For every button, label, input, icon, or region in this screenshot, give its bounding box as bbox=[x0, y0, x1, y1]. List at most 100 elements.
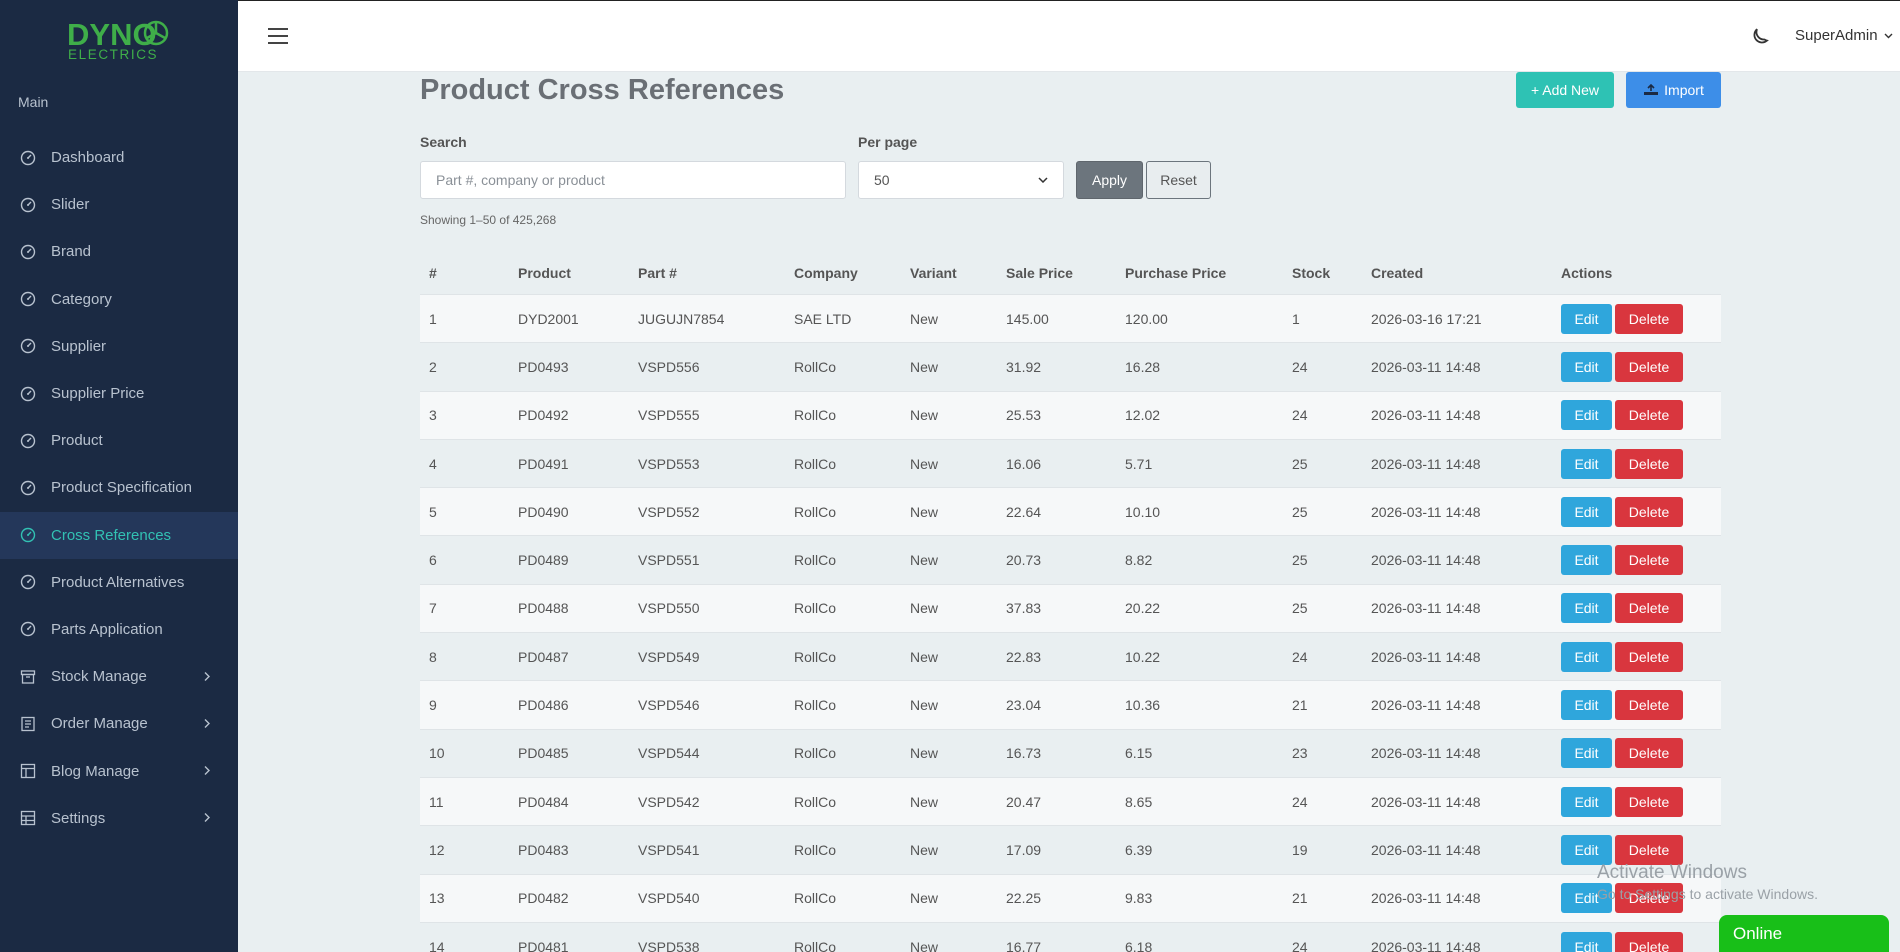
sidebar-item-order-manage[interactable]: Order Manage bbox=[0, 700, 238, 747]
table-cell: 24 bbox=[1292, 407, 1308, 424]
table-cell: 20.73 bbox=[1006, 552, 1042, 569]
gauge-icon bbox=[20, 244, 36, 260]
table-cell: VSPD544 bbox=[638, 745, 700, 762]
sidebar-item-parts-application[interactable]: Parts Application bbox=[0, 606, 238, 653]
sidebar-item-label: Supplier Price bbox=[51, 385, 145, 403]
delete-button[interactable]: Delete bbox=[1615, 593, 1683, 624]
sidebar-item-label: Dashboard bbox=[51, 149, 125, 167]
delete-button[interactable]: Delete bbox=[1615, 303, 1683, 334]
table-cell: New bbox=[910, 358, 939, 375]
sidebar-item-product-alternatives[interactable]: Product Alternatives bbox=[0, 559, 238, 606]
delete-button[interactable]: Delete bbox=[1615, 545, 1683, 576]
add-new-button[interactable]: + Add New bbox=[1516, 72, 1614, 108]
edit-button[interactable]: Edit bbox=[1561, 593, 1612, 624]
table-cell: PD0484 bbox=[518, 793, 569, 810]
table-cell: VSPD553 bbox=[638, 455, 700, 472]
edit-button[interactable]: Edit bbox=[1561, 641, 1612, 672]
chevron-down-icon bbox=[1038, 177, 1048, 183]
gauge-icon bbox=[20, 433, 36, 449]
delete-button[interactable]: Delete bbox=[1615, 400, 1683, 431]
sidebar-item-product-specification[interactable]: Product Specification bbox=[0, 464, 238, 511]
sidebar-item-settings[interactable]: Settings bbox=[0, 795, 238, 842]
table-row: 2 PD0493 VSPD556 RollCo New 31.92 16.28 24 2026-… bbox=[420, 342, 1721, 391]
table-cell: RollCo bbox=[794, 841, 837, 858]
row-actions: Edit Delete bbox=[1561, 351, 1721, 382]
edit-button[interactable]: Edit bbox=[1561, 400, 1612, 431]
receipt-icon bbox=[20, 716, 36, 732]
edit-button[interactable]: Edit bbox=[1561, 351, 1612, 382]
sidebar-item-product[interactable]: Product bbox=[0, 417, 238, 464]
delete-button[interactable]: Delete bbox=[1615, 834, 1683, 865]
table-cell: PD0486 bbox=[518, 697, 569, 714]
gauge-icon bbox=[20, 621, 36, 637]
edit-button[interactable]: Edit bbox=[1561, 834, 1612, 865]
edit-button[interactable]: Edit bbox=[1561, 448, 1612, 479]
chat-online-widget[interactable]: Online bbox=[1719, 915, 1889, 952]
delete-button[interactable]: Delete bbox=[1615, 690, 1683, 721]
gauge-icon bbox=[20, 386, 36, 402]
edit-button[interactable]: Edit bbox=[1561, 303, 1612, 334]
delete-button[interactable]: Delete bbox=[1615, 448, 1683, 479]
delete-button[interactable]: Delete bbox=[1615, 931, 1683, 952]
user-menu[interactable]: SuperAdmin bbox=[1795, 27, 1893, 44]
sidebar-item-slider[interactable]: Slider bbox=[0, 181, 238, 228]
table-cell: 31.92 bbox=[1006, 358, 1042, 375]
search-input[interactable] bbox=[420, 161, 846, 199]
brand-logo[interactable]: DYNO ELECTRICS bbox=[0, 0, 238, 76]
delete-button[interactable]: Delete bbox=[1615, 786, 1683, 817]
menu-toggle-icon[interactable] bbox=[268, 27, 288, 48]
table-cell: 1 bbox=[429, 310, 437, 327]
per-page-select[interactable]: 50 bbox=[858, 161, 1064, 199]
table-cell: 2026-03-11 14:48 bbox=[1371, 793, 1481, 810]
table-cell: 16.06 bbox=[1006, 455, 1042, 472]
table-cell: PD0490 bbox=[518, 503, 569, 520]
sidebar-item-cross-references[interactable]: Cross References bbox=[0, 511, 238, 559]
edit-button[interactable]: Edit bbox=[1561, 931, 1612, 952]
table-cell: RollCo bbox=[794, 358, 837, 375]
edit-button[interactable]: Edit bbox=[1561, 883, 1612, 914]
edit-button[interactable]: Edit bbox=[1561, 786, 1612, 817]
delete-button[interactable]: Delete bbox=[1615, 496, 1683, 527]
table-cell: RollCo bbox=[794, 648, 837, 665]
table-cell: 2 bbox=[429, 358, 437, 375]
sidebar-item-blog-manage[interactable]: Blog Manage bbox=[0, 747, 238, 794]
table-cell: 2026-03-11 14:48 bbox=[1371, 455, 1481, 472]
edit-button[interactable]: Edit bbox=[1561, 496, 1612, 527]
sidebar-item-label: Product Specification bbox=[51, 479, 192, 497]
delete-button[interactable]: Delete bbox=[1615, 351, 1683, 382]
table-cell: PD0487 bbox=[518, 648, 569, 665]
table-cell: RollCo bbox=[794, 407, 837, 424]
table-row: 12 PD0483 VSPD541 RollCo New 17.09 6.39 19 2026-… bbox=[420, 825, 1721, 874]
import-button[interactable]: Import bbox=[1626, 72, 1721, 108]
apply-button[interactable]: Apply bbox=[1076, 161, 1143, 199]
table-row: 7 PD0488 VSPD550 RollCo New 37.83 20.22 25 2026-… bbox=[420, 583, 1721, 633]
sidebar-item-supplier-price[interactable]: Supplier Price bbox=[0, 370, 238, 417]
sidebar-item-stock-manage[interactable]: Stock Manage bbox=[0, 653, 238, 700]
edit-button[interactable]: Edit bbox=[1561, 545, 1612, 576]
sidebar-item-label: Cross References bbox=[51, 526, 172, 544]
per-page-label: Per page bbox=[858, 134, 918, 150]
table-cell: RollCo bbox=[794, 503, 837, 520]
dark-mode-toggle-icon[interactable] bbox=[1749, 25, 1771, 50]
table-cell: New bbox=[910, 503, 939, 520]
sidebar-item-dashboard[interactable]: Dashboard bbox=[0, 134, 238, 181]
reset-button[interactable]: Reset bbox=[1146, 161, 1211, 199]
table-cell: 23.04 bbox=[1006, 697, 1042, 714]
table-cell: 2026-03-11 14:48 bbox=[1371, 600, 1481, 617]
edit-button[interactable]: Edit bbox=[1561, 690, 1612, 721]
gauge-icon bbox=[20, 197, 36, 213]
table-cell: 2026-03-11 14:48 bbox=[1371, 648, 1481, 665]
table-cell: 20.47 bbox=[1006, 793, 1042, 810]
edit-button[interactable]: Edit bbox=[1561, 738, 1612, 769]
delete-button[interactable]: Delete bbox=[1615, 738, 1683, 769]
sidebar-item-label: Settings bbox=[51, 809, 106, 827]
table-cell: 2026-03-11 14:48 bbox=[1371, 552, 1481, 569]
delete-button[interactable]: Delete bbox=[1615, 641, 1683, 672]
sidebar-item-brand[interactable]: Brand bbox=[0, 228, 238, 275]
delete-button[interactable]: Delete bbox=[1615, 883, 1683, 914]
table-row: 6 PD0489 VSPD551 RollCo New 20.73 8.82 25 2026-0… bbox=[420, 535, 1721, 584]
table-cell: 2026-03-11 14:48 bbox=[1371, 841, 1481, 858]
table-cell: 25 bbox=[1292, 455, 1308, 472]
sidebar-item-category[interactable]: Category bbox=[0, 276, 238, 323]
sidebar-item-supplier[interactable]: Supplier bbox=[0, 323, 238, 370]
